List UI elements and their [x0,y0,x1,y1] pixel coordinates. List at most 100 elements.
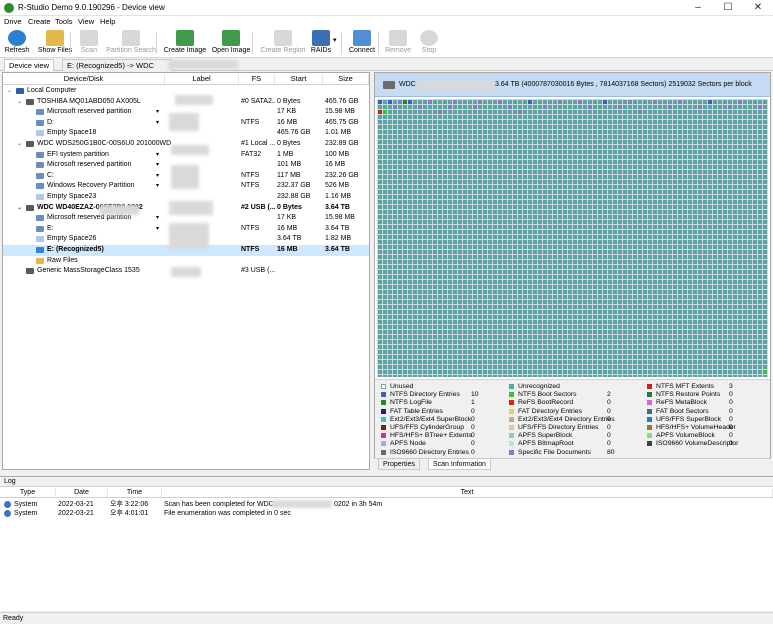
col-label[interactable]: Label [165,74,239,84]
window-title: R-Studio Demo 9.0.190296 - Device view [18,3,165,12]
scan-block-map[interactable] [377,99,768,377]
log-row[interactable]: System 2022-03-21 오후 4:01:01 File enumerati… [0,509,773,518]
expand-chevron-icon[interactable]: ⌄ [17,139,22,149]
redacted-label [169,113,199,131]
scan-block [508,105,512,109]
create-image-button[interactable]: Create Image [163,30,207,57]
legend-item: Ext2/Ext3/Ext4 Directory Entries 0 [509,416,629,424]
size-value: 1.82 MB [325,235,352,243]
tab-recognized-volume[interactable]: E: (Recognized5) -> WDC WD [62,59,172,71]
tab-properties-label: Properties [383,461,415,468]
partition-dropdown-icon[interactable]: ▾ [156,224,159,234]
redacted-label [169,201,213,215]
scan-block [668,105,672,109]
remove-icon [389,30,407,46]
toolbar-label: Show Files [37,47,73,54]
tab-recognized-volume-label: E: (Recognized5) -> WDC WD [67,61,154,70]
legend-count: 80 [607,448,615,456]
partition-dropdown-icon[interactable]: ▾ [156,118,159,128]
menu-create[interactable]: Create [28,17,51,26]
create-region-button[interactable]: Create Region [260,30,306,57]
tab-scan-information[interactable]: Scan Information [428,459,491,470]
maximize-button[interactable]: ☐ [713,0,743,16]
title-bar: R-Studio Demo 9.0.190296 - Device view –… [0,0,773,16]
refresh-button[interactable]: Refresh [4,30,30,57]
toolbar-separator [70,32,71,54]
start-value: 16 MB [277,246,298,253]
menu-drive[interactable]: Drive [4,17,22,26]
toolbar-label: Remove [384,47,412,54]
menu-view[interactable]: View [78,17,94,26]
expand-chevron-icon[interactable]: ⌄ [17,97,22,107]
partition-dropdown-icon[interactable]: ▾ [156,213,159,223]
log-row[interactable]: System 2022-03-21 오후 3:22:06 Scan has been … [0,500,773,509]
toolbar-label: Scan [81,47,97,54]
legend-item: HFS/HFS+ VolumeHeader 0 [647,424,767,432]
raids-button[interactable]: RAIDs [310,30,332,57]
col-size[interactable]: Size [323,74,369,84]
legend-label: Unused [390,383,414,390]
menu-tools[interactable]: Tools [55,17,73,26]
log-title: Log [0,477,773,487]
legend-label: FAT Boot Sectors [656,407,709,415]
legend-count: 0 [471,415,475,423]
scan-legend: Unused NTFS Directory Entries 10 NTFS LogFi… [375,379,770,459]
partition-dropdown-icon[interactable]: ▾ [156,150,159,160]
scan-block [408,100,412,104]
device-name: Empty Space26 [47,235,97,243]
log-col-date[interactable]: Date [56,489,108,497]
create-image-icon [176,30,194,46]
col-device[interactable]: Device/Disk [3,74,165,84]
partition-dropdown-icon[interactable]: ▾ [156,171,159,181]
stop-button[interactable]: Stop [418,30,440,57]
device-name: Windows Recovery Partition [47,182,135,190]
scan-button[interactable]: Scan [78,30,100,57]
scan-block [758,105,762,109]
show-files-button[interactable]: Show Files [37,30,73,57]
right-pane-tabs: Properties Scan Information [374,458,771,470]
legend-label: NTFS LogFile [390,399,432,407]
toolbar-separator [156,32,157,54]
redacted-label [171,145,209,155]
log-col-type[interactable]: Type [0,489,56,497]
open-image-button[interactable]: Open Image [211,30,251,57]
close-button[interactable]: ✕ [743,0,773,16]
scan-block [473,105,477,109]
partition-dropdown-icon[interactable]: ▾ [156,160,159,170]
partition-dropdown-icon[interactable]: ▾ [156,181,159,191]
col-start[interactable]: Start [275,74,323,84]
tree-row[interactable]: Raw Files [3,256,369,267]
scan-block [603,100,607,104]
remove-button[interactable]: Remove [384,30,412,57]
disk-icon [36,225,44,232]
expand-chevron-icon[interactable]: ⌄ [7,86,12,96]
redacted-disk-model [417,81,495,90]
device-tree-pane: Device/Disk Label FS Start Size ⌄ Local C… [2,72,370,470]
log-pane: Log Type Date Time Text System 2022-03-21… [0,476,773,611]
device-name: TOSHIBA MQ01ABD050 AX005L [37,97,141,105]
expand-chevron-icon[interactable]: ⌄ [17,203,22,213]
legend-swatch [381,392,386,398]
legend-count: 0 [607,440,611,448]
disk-icon [36,247,44,253]
minimize-button[interactable]: – [683,0,713,16]
log-date: 2022-03-21 [58,510,94,517]
legend-count: 0 [471,440,475,448]
log-text: File enumeration was completed in 0 sec [164,510,291,517]
fs-value: NTFS [241,224,260,232]
legend-swatch [647,441,652,447]
connect-button[interactable]: Connect [348,30,376,57]
tab-properties[interactable]: Properties [378,459,420,470]
toolbar-label: Partition Search [106,47,156,54]
legend-count: 0 [729,432,733,440]
log-col-time[interactable]: Time [108,489,162,497]
tab-device-view[interactable]: Device view [4,59,55,71]
menu-help[interactable]: Help [100,17,115,26]
legend-swatch [647,400,652,406]
log-col-text[interactable]: Text [162,489,773,497]
log-text: Scan has been completed for WDC [164,501,274,508]
partition-dropdown-icon[interactable]: ▾ [156,107,159,117]
col-fs[interactable]: FS [239,74,275,84]
partition-search-button[interactable]: Partition Search [104,30,158,57]
toolbar-label: Create Region [260,47,306,54]
